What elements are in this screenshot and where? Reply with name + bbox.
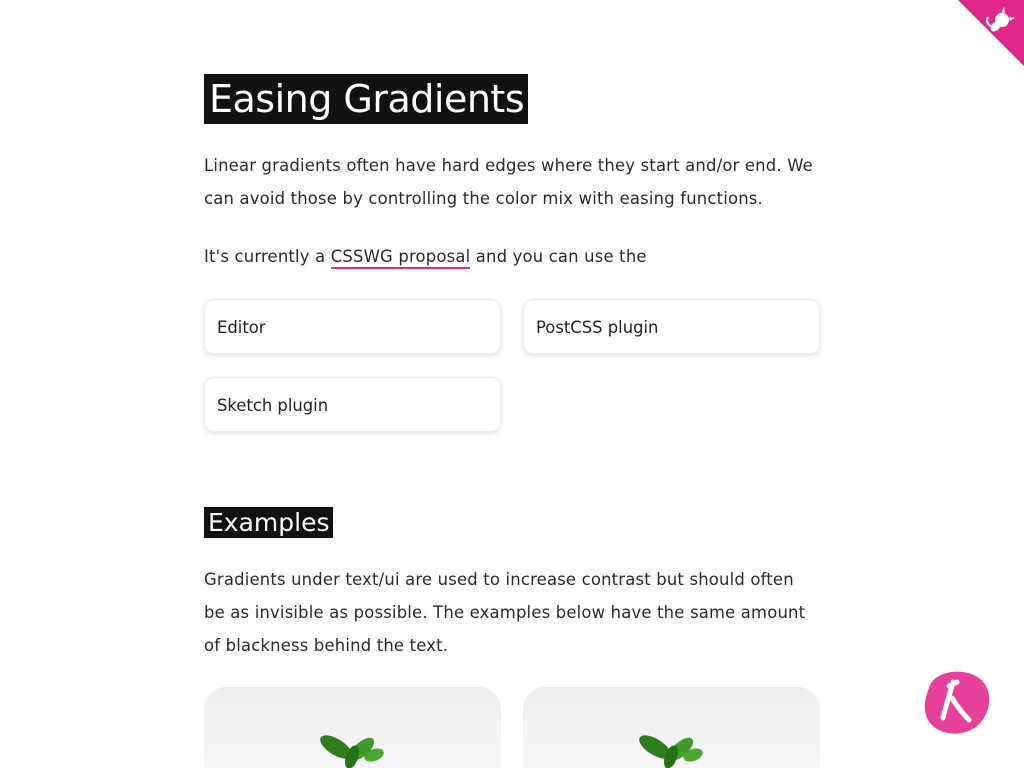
tool-cards: Editor PostCSS plugin Sketch plugin xyxy=(204,299,820,439)
floating-action-button[interactable] xyxy=(921,668,991,736)
examples-description: Gradients under text/ui are used to incr… xyxy=(204,570,806,655)
main-content: Easing Gradients Linear gradients often … xyxy=(204,74,820,439)
proposal-paragraph: It's currently a CSSWG proposal and you … xyxy=(204,240,820,273)
csswg-proposal-link[interactable]: CSSWG proposal xyxy=(330,247,471,269)
postcss-plugin-card[interactable]: PostCSS plugin xyxy=(523,299,820,354)
github-corner-link[interactable] xyxy=(958,0,1024,66)
plant-image xyxy=(639,735,703,768)
lambda-logo-icon xyxy=(921,668,991,736)
intro-paragraph: Linear gradients often have hard edges w… xyxy=(204,156,813,208)
examples-heading: Examples xyxy=(204,507,334,538)
sketch-plugin-card[interactable]: Sketch plugin xyxy=(204,377,501,432)
proposal-suffix: and you can use the xyxy=(470,247,647,266)
proposal-prefix: It's currently a xyxy=(204,247,331,266)
editor-card[interactable]: Editor xyxy=(204,299,501,354)
plant-image xyxy=(320,735,384,768)
github-octocat-icon xyxy=(958,0,1024,66)
example-image-card xyxy=(204,687,501,768)
example-image-card xyxy=(523,687,820,768)
page-title: Easing Gradients xyxy=(204,74,529,124)
